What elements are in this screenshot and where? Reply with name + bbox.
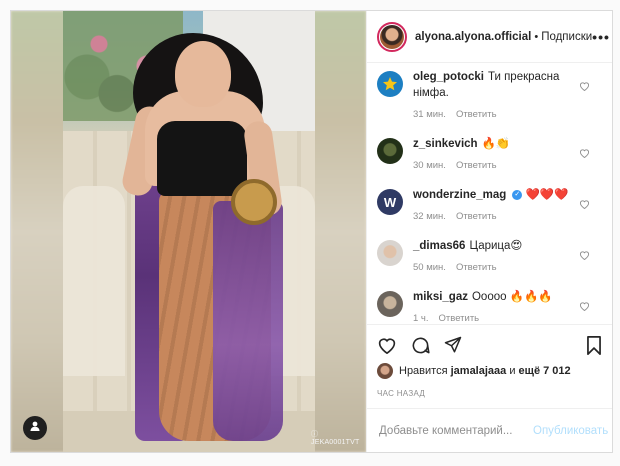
comment-text: ❤️❤️❤️ (525, 189, 569, 201)
action-icons-row (377, 333, 602, 357)
reply-button[interactable]: Ответить (456, 262, 497, 273)
like-comment-heart-icon[interactable] (579, 145, 590, 163)
comments-list[interactable]: oleg_potocki Ти прекрасна німфа. 31 мин. О… (367, 63, 612, 324)
comment-item: oleg_potocki Ти прекрасна німфа. 31 мин. О… (377, 69, 602, 136)
author-avatar[interactable] (377, 21, 407, 52)
separator-dot: • (534, 30, 539, 43)
post-actions: Нравится jamalajaaa и ещё 7 012 ЧАС НАЗА… (367, 324, 612, 408)
comment-text: 🔥👏 (481, 138, 511, 150)
add-comment-bar: Опубликовать (367, 408, 612, 452)
image-watermark: ⓘ JEKA0001TVT (311, 431, 360, 446)
star-icon (383, 77, 397, 91)
verified-badge-icon: ✓ (512, 189, 523, 200)
like-comment-heart-icon[interactable] (579, 196, 590, 214)
reply-button[interactable]: Ответить (456, 109, 497, 120)
comment-time: 1 ч. (413, 313, 429, 324)
post-image[interactable]: ⓘ JEKA0001TVT (11, 11, 366, 452)
user-icon (29, 419, 41, 437)
comment-item: _dimas66 Царица😍 50 мин. Ответить (377, 238, 602, 289)
save-bookmark-icon[interactable] (586, 335, 602, 355)
comment-time: 32 мин. (413, 211, 446, 222)
reply-button[interactable]: Ответить (439, 313, 480, 324)
comment-item: W wonderzine_mag ✓ ❤️❤️❤️ 32 мин. Ответить (377, 187, 602, 238)
following-button[interactable]: Подписки (541, 31, 592, 43)
post-side-panel: alyona.alyona.official • Подписки ••• ol… (366, 11, 612, 452)
post-timestamp[interactable]: ЧАС НАЗАД (377, 389, 602, 408)
commenter-avatar[interactable] (377, 138, 403, 164)
comment-time: 30 мин. (413, 160, 446, 171)
comment-time: 50 мин. (413, 262, 446, 273)
publish-button[interactable]: Опубликовать (533, 425, 608, 437)
comment-username[interactable]: _dimas66 (413, 240, 465, 252)
commenter-avatar[interactable] (377, 240, 403, 266)
like-heart-icon[interactable] (377, 336, 397, 354)
liker-avatar (377, 363, 393, 379)
reply-button[interactable]: Ответить (456, 160, 497, 171)
comment-item: z_sinkevich 🔥👏 30 мин. Ответить (377, 136, 602, 187)
comment-time: 31 мин. (413, 109, 446, 120)
comment-username[interactable]: z_sinkevich (413, 138, 478, 150)
w-logo-icon: W (383, 194, 397, 210)
liker-username[interactable]: jamalajaaa (451, 365, 507, 377)
like-comment-heart-icon[interactable] (579, 247, 590, 265)
comment-username[interactable]: miksi_gaz (413, 291, 468, 303)
likes-summary[interactable]: Нравится jamalajaaa и ещё 7 012 (377, 363, 602, 379)
comment-username[interactable]: wonderzine_mag (413, 189, 506, 201)
painting-photo (63, 11, 315, 452)
likes-and: и (509, 365, 516, 377)
commenter-avatar[interactable]: W (377, 189, 403, 215)
post-card: ⓘ JEKA0001TVT alyona.alyona.official • П… (10, 10, 613, 453)
share-paper-plane-icon[interactable] (444, 336, 462, 354)
tagged-users-button[interactable] (23, 416, 47, 440)
like-comment-heart-icon[interactable] (579, 298, 590, 316)
comment-text: Ооооо 🔥🔥🔥 (471, 291, 553, 303)
comment-username[interactable]: oleg_potocki (413, 71, 484, 83)
likes-count[interactable]: ещё 7 012 (519, 365, 571, 377)
post-header: alyona.alyona.official • Подписки ••• (367, 11, 612, 63)
more-options-icon[interactable]: ••• (592, 29, 610, 45)
comment-item: miksi_gaz Ооооо 🔥🔥🔥 1 ч. Ответить (377, 289, 602, 324)
comment-text: Царица😍 (469, 240, 523, 252)
author-username[interactable]: alyona.alyona.official (415, 31, 531, 43)
commenter-avatar[interactable] (377, 291, 403, 317)
commenter-avatar[interactable] (377, 71, 403, 97)
likes-prefix: Нравится (399, 365, 448, 377)
reply-button[interactable]: Ответить (456, 211, 497, 222)
comment-bubble-icon[interactable] (411, 336, 430, 355)
like-comment-heart-icon[interactable] (579, 78, 590, 96)
comment-input[interactable] (379, 424, 533, 437)
